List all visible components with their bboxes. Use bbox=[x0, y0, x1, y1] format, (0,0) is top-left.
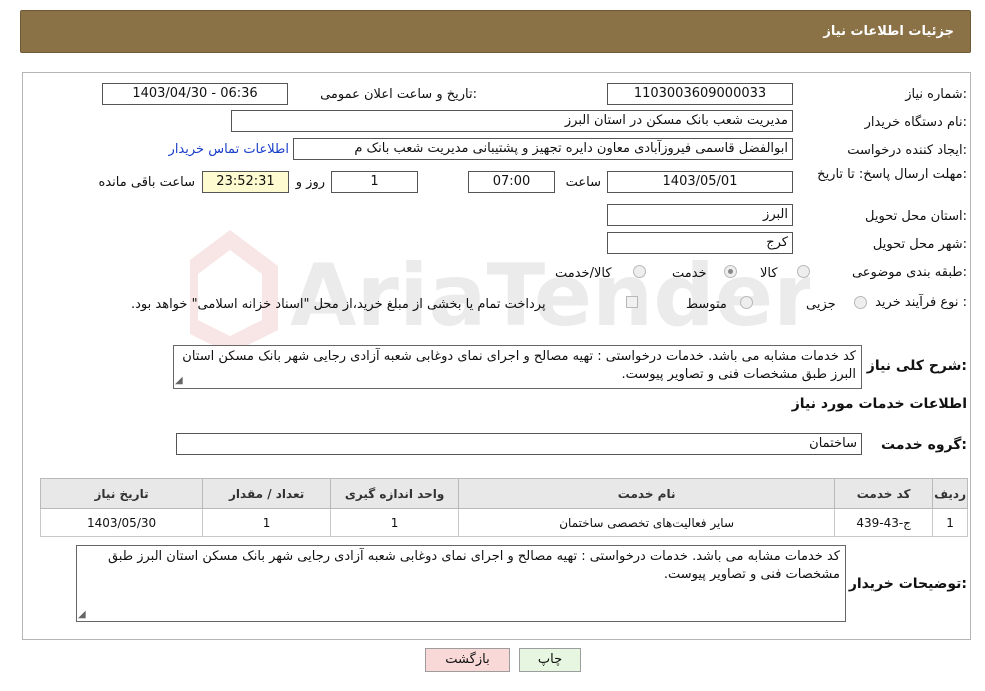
city-field: کرج bbox=[607, 232, 793, 254]
buyer-field: مدیریت شعب بانک مسکن در استان البرز bbox=[231, 110, 793, 132]
creator-label: ایجاد کننده درخواست: bbox=[847, 143, 967, 158]
cell-service-name: سایر فعالیت‌های تخصصی ساختمان bbox=[458, 508, 836, 537]
need-number-label: شماره نیاز: bbox=[905, 87, 967, 102]
province-field: البرز bbox=[607, 204, 793, 226]
cell-quantity: 1 bbox=[202, 508, 332, 537]
remaining-time-label: ساعت باقی مانده bbox=[98, 175, 195, 190]
buyer-notes-textarea[interactable]: کد خدمات مشابه می باشد. خدمات درخواستی :… bbox=[76, 545, 846, 622]
back-button[interactable]: بازگشت bbox=[425, 648, 510, 672]
service-group-label: گروه خدمت: bbox=[881, 437, 967, 453]
category-radio-goods-service[interactable] bbox=[633, 265, 646, 278]
category-option-goods-service: کالا/خدمت bbox=[555, 266, 612, 281]
deadline-label: مهلت ارسال پاسخ: تا تاریخ: bbox=[817, 167, 967, 182]
category-option-service: خدمت bbox=[672, 266, 707, 281]
buyer-label: نام دستگاه خریدار: bbox=[864, 115, 967, 130]
need-number-field: 1103003609000033 bbox=[607, 83, 793, 105]
col-service-code: کد خدمت bbox=[834, 478, 934, 509]
col-row: ردیف bbox=[932, 478, 968, 509]
province-label: استان محل تحویل: bbox=[865, 209, 967, 224]
cell-service-code: ج-43-439 bbox=[834, 508, 934, 537]
description-textarea[interactable]: کد خدمات مشابه می باشد. خدمات درخواستی :… bbox=[173, 345, 862, 389]
services-table: ردیف کد خدمت نام خدمت واحد اندازه گیری ت… bbox=[39, 478, 968, 537]
service-group-field: ساختمان bbox=[176, 433, 862, 455]
category-label: طبقه بندی موضوعی: bbox=[851, 265, 967, 280]
buyer-notes-text: کد خدمات مشابه می باشد. خدمات درخواستی :… bbox=[107, 549, 840, 582]
description-label: شرح کلی نیاز: bbox=[866, 358, 967, 374]
table-row: 1 ج-43-439 سایر فعالیت‌های تخصصی ساختمان… bbox=[39, 508, 968, 537]
page-header: جزئیات اطلاعات نیاز bbox=[20, 10, 971, 53]
page-title: جزئیات اطلاعات نیاز bbox=[823, 24, 954, 39]
col-service-name: نام خدمت bbox=[458, 478, 836, 509]
col-unit: واحد اندازه گیری bbox=[330, 478, 460, 509]
deadline-time-field: 07:00 bbox=[468, 171, 555, 193]
purchase-type-label: نوع فرآیند خرید : bbox=[875, 295, 967, 310]
cell-row: 1 bbox=[932, 508, 968, 537]
col-need-date: تاریخ نیاز bbox=[39, 478, 204, 509]
services-section-title: اطلاعات خدمات مورد نیاز bbox=[791, 396, 967, 412]
announce-field: 1403/04/30 - 06:36 bbox=[102, 83, 288, 105]
announce-label: تاریخ و ساعت اعلان عمومی: bbox=[320, 87, 477, 102]
cell-need-date: 1403/05/30 bbox=[39, 508, 204, 537]
purchase-option-minor: جزیی bbox=[806, 297, 836, 312]
purchase-option-medium: متوسط bbox=[686, 297, 727, 312]
resize-grip-icon[interactable]: ◢ bbox=[78, 609, 86, 620]
deadline-time-label: ساعت bbox=[565, 175, 601, 190]
deadline-date-field: 1403/05/01 bbox=[607, 171, 793, 193]
category-radio-goods[interactable] bbox=[797, 265, 810, 278]
remaining-time-field: 23:52:31 bbox=[202, 171, 289, 193]
table-header-row: ردیف کد خدمت نام خدمت واحد اندازه گیری ت… bbox=[39, 478, 968, 509]
buyer-contact-link[interactable]: اطلاعات تماس خریدار bbox=[169, 142, 289, 157]
purchase-radio-minor[interactable] bbox=[854, 296, 867, 309]
purchase-radio-medium[interactable] bbox=[740, 296, 753, 309]
days-field: 1 bbox=[331, 171, 418, 193]
treasury-payment-note: پرداخت تمام یا بخشی از مبلغ خرید،از محل … bbox=[131, 297, 546, 312]
print-button[interactable]: چاپ bbox=[519, 648, 581, 672]
resize-grip-icon[interactable]: ◢ bbox=[175, 375, 183, 386]
treasury-payment-checkbox[interactable] bbox=[626, 296, 638, 308]
creator-field: ابوالفضل قاسمی فیروزآبادی معاون دایره تج… bbox=[293, 138, 793, 160]
days-label: روز و bbox=[295, 175, 325, 190]
col-quantity: تعداد / مقدار bbox=[202, 478, 332, 509]
cell-unit: 1 bbox=[330, 508, 460, 537]
city-label: شهر محل تحویل: bbox=[872, 237, 967, 252]
description-text: کد خدمات مشابه می باشد. خدمات درخواستی :… bbox=[182, 349, 856, 382]
category-radio-service[interactable] bbox=[724, 265, 737, 278]
category-option-goods: کالا bbox=[760, 266, 778, 281]
buyer-notes-label: توضیحات خریدار: bbox=[848, 576, 967, 592]
